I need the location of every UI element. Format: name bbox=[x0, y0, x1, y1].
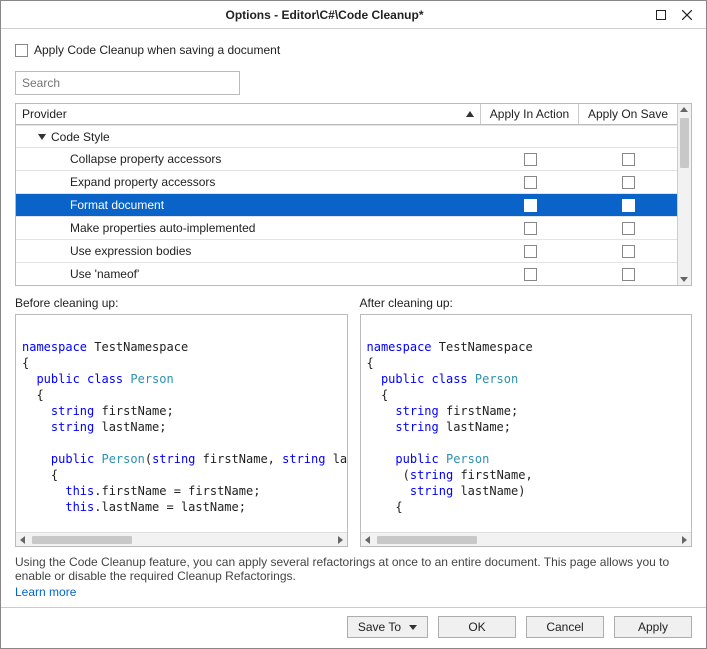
scroll-right-icon bbox=[338, 536, 343, 544]
apply-on-save-checkbox[interactable] bbox=[622, 199, 635, 212]
preview-row: Before cleaning up: namespace TestNamesp… bbox=[15, 296, 692, 547]
row-label: Collapse property accessors bbox=[70, 152, 221, 166]
apply-on-save-checkbox[interactable] bbox=[622, 153, 635, 166]
table-row[interactable]: Expand property accessors bbox=[16, 170, 677, 193]
titlebar: Options - Editor\C#\Code Cleanup* bbox=[1, 1, 706, 29]
after-preview: After cleaning up: namespace TestNamespa… bbox=[360, 296, 693, 547]
scroll-right-icon bbox=[682, 536, 687, 544]
scroll-left-icon bbox=[365, 536, 370, 544]
before-hscroll[interactable] bbox=[16, 532, 347, 546]
scroll-thumb[interactable] bbox=[32, 536, 132, 544]
close-button[interactable] bbox=[674, 4, 700, 26]
apply-in-action-checkbox[interactable] bbox=[524, 222, 537, 235]
chevron-down-icon bbox=[38, 134, 46, 140]
apply-in-action-checkbox[interactable] bbox=[524, 176, 537, 189]
sort-asc-icon bbox=[466, 111, 474, 117]
close-icon bbox=[682, 10, 692, 20]
content: Apply Code Cleanup when saving a documen… bbox=[1, 29, 706, 607]
row-label: Use 'nameof' bbox=[70, 267, 139, 281]
table-row[interactable]: Format document bbox=[16, 193, 677, 216]
row-label: Make properties auto-implemented bbox=[70, 221, 255, 235]
maximize-button[interactable] bbox=[648, 4, 674, 26]
apply-in-action-checkbox[interactable] bbox=[524, 153, 537, 166]
col-header-apply-on-save[interactable]: Apply On Save bbox=[579, 104, 677, 124]
apply-on-save-checkbox[interactable] bbox=[622, 222, 635, 235]
col-header-apply-in-action[interactable]: Apply In Action bbox=[481, 104, 579, 124]
group-label: Code Style bbox=[51, 130, 110, 144]
apply-on-save-checkbox[interactable] bbox=[15, 44, 28, 57]
provider-table: Provider Apply In Action Apply On Save C… bbox=[15, 103, 692, 286]
scroll-thumb[interactable] bbox=[680, 118, 689, 168]
table-row[interactable]: Make properties auto-implemented bbox=[16, 216, 677, 239]
apply-in-action-checkbox[interactable] bbox=[524, 199, 537, 212]
scroll-thumb[interactable] bbox=[377, 536, 477, 544]
search-input[interactable] bbox=[15, 71, 240, 95]
after-codebox[interactable]: namespace TestNamespace { public class P… bbox=[360, 314, 693, 547]
row-label: Expand property accessors bbox=[70, 175, 215, 189]
apply-button[interactable]: Apply bbox=[614, 616, 692, 638]
row-label: Format document bbox=[70, 198, 164, 212]
row-label: Use expression bodies bbox=[70, 244, 191, 258]
table-row[interactable]: Use 'nameof' bbox=[16, 262, 677, 285]
maximize-icon bbox=[656, 10, 666, 20]
table-row[interactable]: Collapse property accessors bbox=[16, 147, 677, 170]
col-header-provider-label: Provider bbox=[22, 107, 67, 121]
window-title: Options - Editor\C#\Code Cleanup* bbox=[1, 8, 648, 22]
apply-on-save-checkbox[interactable] bbox=[622, 245, 635, 258]
before-codebox[interactable]: namespace TestNamespace { public class P… bbox=[15, 314, 348, 547]
chevron-down-icon bbox=[409, 625, 417, 630]
apply-in-action-checkbox[interactable] bbox=[524, 245, 537, 258]
before-preview: Before cleaning up: namespace TestNamesp… bbox=[15, 296, 348, 547]
group-row-code-style[interactable]: Code Style bbox=[16, 125, 677, 147]
ok-button[interactable]: OK bbox=[438, 616, 516, 638]
footer: Save To OK Cancel Apply bbox=[1, 607, 706, 648]
scroll-up-icon bbox=[680, 107, 688, 112]
after-hscroll[interactable] bbox=[361, 532, 692, 546]
table-row[interactable]: Use expression bodies bbox=[16, 239, 677, 262]
save-to-button[interactable]: Save To bbox=[347, 616, 428, 638]
description-text: Using the Code Cleanup feature, you can … bbox=[15, 555, 692, 583]
cancel-button[interactable]: Cancel bbox=[526, 616, 604, 638]
scroll-left-icon bbox=[20, 536, 25, 544]
after-title: After cleaning up: bbox=[360, 296, 693, 310]
apply-on-save-label: Apply Code Cleanup when saving a documen… bbox=[34, 43, 280, 57]
apply-on-save-checkbox[interactable] bbox=[622, 176, 635, 189]
scroll-down-icon bbox=[680, 277, 688, 282]
apply-on-save-checkbox[interactable] bbox=[622, 268, 635, 281]
before-title: Before cleaning up: bbox=[15, 296, 348, 310]
apply-on-save-option[interactable]: Apply Code Cleanup when saving a documen… bbox=[15, 43, 692, 57]
table-header: Provider Apply In Action Apply On Save bbox=[16, 104, 677, 125]
apply-in-action-checkbox[interactable] bbox=[524, 268, 537, 281]
col-header-provider[interactable]: Provider bbox=[16, 104, 481, 124]
learn-more-link[interactable]: Learn more bbox=[15, 585, 692, 599]
table-scrollbar[interactable] bbox=[677, 104, 691, 285]
